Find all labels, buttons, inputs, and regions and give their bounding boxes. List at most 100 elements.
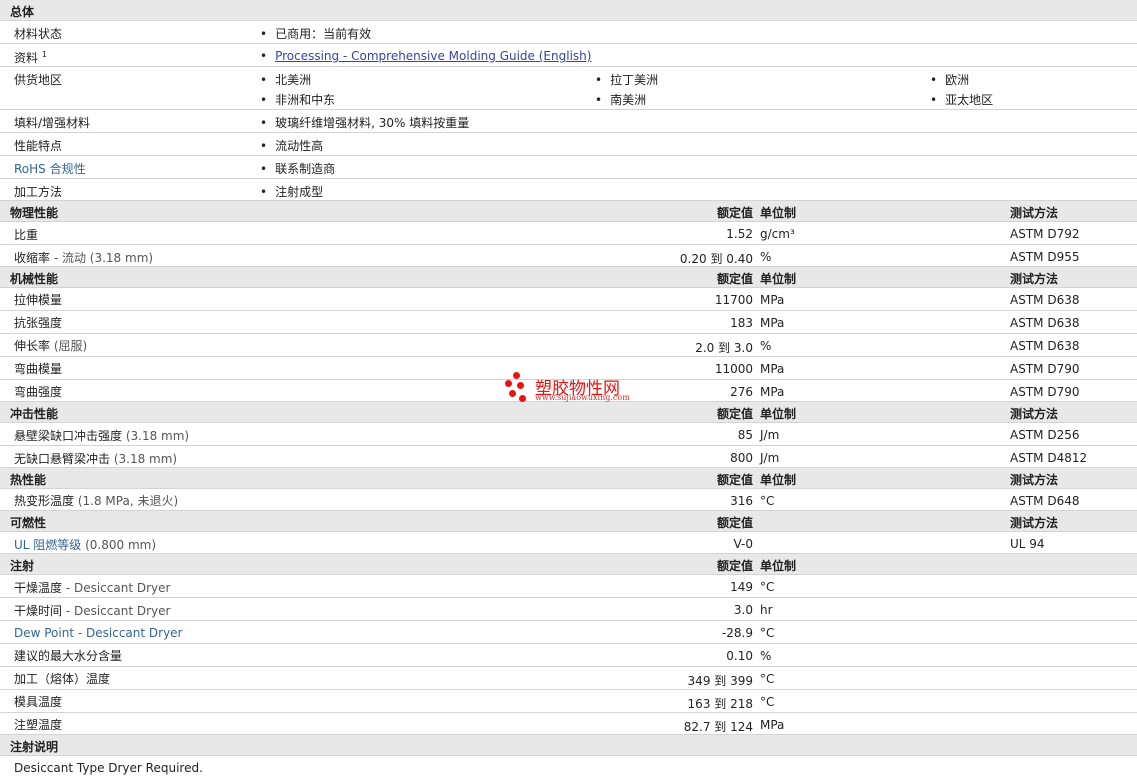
- test-method: ASTM D792: [1010, 227, 1080, 241]
- property-value: V-0: [733, 537, 753, 551]
- property-value: 276: [730, 385, 753, 399]
- property-label: 干燥时间 - Desiccant Dryer: [14, 604, 171, 618]
- property-label: 热变形温度 (1.8 MPa, 未退火): [14, 494, 179, 508]
- property-unit: hr: [760, 603, 773, 617]
- table-row: UL 阻燃等级 (0.800 mm) V-0 UL 94: [0, 532, 1137, 554]
- rated-header: 额定值: [716, 516, 753, 530]
- table-row: 建议的最大水分含量 0.10 %: [0, 644, 1137, 667]
- unit-header: 单位制: [760, 206, 797, 220]
- property-label: 伸长率 (屈服): [14, 339, 88, 353]
- property-unit: J/m: [760, 451, 780, 465]
- property-unit: °C: [760, 494, 775, 508]
- test-method: ASTM D638: [1010, 339, 1080, 353]
- property-unit: MPa: [760, 293, 785, 307]
- method-header: 测试方法: [1010, 473, 1059, 487]
- property-unit: MPa: [760, 718, 785, 732]
- property-value: 11000: [714, 362, 753, 376]
- test-method: UL 94: [1010, 537, 1045, 551]
- property-label: UL 阻燃等级 (0.800 mm): [14, 538, 157, 552]
- property-value: 316: [730, 494, 753, 508]
- property-label: 干燥温度 - Desiccant Dryer: [14, 581, 171, 595]
- table-row: 加工（熔体）温度 349 到 399 °C: [0, 667, 1137, 690]
- notes-row: Desiccant Type Dryer Required.: [0, 756, 1137, 776]
- property-unit: %: [760, 339, 772, 353]
- property-value: 3.0: [733, 603, 753, 617]
- property-label: 无缺口悬臂梁冲击 (3.18 mm): [14, 452, 178, 466]
- test-method: ASTM D790: [1010, 385, 1080, 399]
- watermark-logo: 塑胶物性网 www.sujiaowuxing.com: [505, 371, 635, 407]
- property-label: 加工（熔体）温度: [14, 672, 111, 686]
- rated-header: 额定值: [716, 272, 753, 286]
- method-header: 测试方法: [1010, 272, 1059, 286]
- property-unit: %: [760, 250, 772, 264]
- property-unit: MPa: [760, 316, 785, 330]
- property-label: 收缩率 - 流动 (3.18 mm): [14, 251, 154, 265]
- region-item: 亚太地区: [930, 91, 993, 108]
- property-unit: °C: [760, 695, 775, 709]
- property-value: 1.52: [726, 227, 753, 241]
- table-row: 拉伸模量 11700 MPa ASTM D638: [0, 288, 1137, 311]
- property-label: 抗张强度: [14, 316, 63, 330]
- rated-header: 额定值: [716, 206, 753, 220]
- table-row: 悬壁梁缺口冲击强度 (3.18 mm) 85 J/m ASTM D256: [0, 423, 1137, 446]
- property-label: 悬壁梁缺口冲击强度 (3.18 mm): [14, 429, 190, 443]
- rated-header: 额定值: [716, 559, 753, 573]
- row-supply-regions: 供货地区 北美洲 拉丁美洲 欧洲 非洲和中东 南美洲 亚太地区: [0, 67, 1137, 110]
- document-link[interactable]: Processing - Comprehensive Molding Guide…: [275, 49, 591, 63]
- property-label: 模具温度: [14, 695, 63, 709]
- row-documents: 资料 1 Processing - Comprehensive Molding …: [0, 44, 1137, 67]
- row-value: 玻璃纤维增强材料, 30% 填料按重量: [260, 114, 469, 131]
- unit-header: 单位制: [760, 473, 797, 487]
- section-title: 总体: [10, 5, 35, 19]
- test-method: ASTM D4812: [1010, 451, 1088, 465]
- property-value: -28.9: [721, 626, 753, 640]
- method-header: 测试方法: [1010, 206, 1059, 220]
- notes-text: Desiccant Type Dryer Required.: [14, 761, 203, 775]
- row-value: 注射成型: [260, 183, 323, 200]
- section-thermal-header: 热性能 额定值 单位制 测试方法: [0, 468, 1137, 489]
- test-method: ASTM D790: [1010, 362, 1080, 376]
- section-title: 冲击性能: [10, 407, 59, 421]
- property-label: 弯曲强度: [14, 385, 63, 399]
- row-value: 流动性高: [260, 137, 323, 154]
- table-row: 模具温度 163 到 218 °C: [0, 690, 1137, 713]
- table-row: 收缩率 - 流动 (3.18 mm) 0.20 到 0.40 % ASTM D9…: [0, 245, 1137, 267]
- row-process: 加工方法 注射成型: [0, 179, 1137, 201]
- section-physical-header: 物理性能 额定值 单位制 测试方法: [0, 201, 1137, 222]
- row-material-status: 材料状态 已商用：当前有效: [0, 21, 1137, 44]
- row-label: RoHS 合规性: [14, 162, 86, 176]
- section-general-header: 总体: [0, 0, 1137, 21]
- property-value: 149: [730, 580, 753, 594]
- property-value: 349 到 399: [687, 674, 753, 688]
- test-method: ASTM D638: [1010, 293, 1080, 307]
- row-label: 供货地区: [14, 73, 63, 87]
- property-unit: MPa: [760, 385, 785, 399]
- property-label: 拉伸模量: [14, 293, 63, 307]
- row-label: 资料 1: [14, 50, 47, 65]
- region-item: 拉丁美洲: [595, 71, 658, 88]
- test-method: ASTM D955: [1010, 250, 1080, 264]
- section-notes-header: 注射说明: [0, 735, 1137, 756]
- row-value: 联系制造商: [260, 160, 335, 177]
- property-label: 比重: [14, 228, 39, 242]
- property-label: 注塑温度: [14, 718, 63, 732]
- property-unit: °C: [760, 580, 775, 594]
- property-unit: °C: [760, 626, 775, 640]
- region-item: 南美洲: [595, 91, 646, 108]
- section-flammability-header: 可燃性 额定值 测试方法: [0, 511, 1137, 532]
- table-row: 伸长率 (屈服) 2.0 到 3.0 % ASTM D638: [0, 334, 1137, 357]
- property-value: 163 到 218: [687, 697, 753, 711]
- property-label: 建议的最大水分含量: [14, 649, 123, 663]
- property-label: Dew Point - Desiccant Dryer: [14, 626, 183, 640]
- property-unit: g/cm³: [760, 227, 795, 241]
- property-value: 2.0 到 3.0: [695, 341, 753, 355]
- section-title: 注射: [10, 559, 35, 573]
- region-item: 欧洲: [930, 71, 969, 88]
- row-label: 性能特点: [14, 139, 63, 153]
- region-item: 非洲和中东: [260, 91, 335, 108]
- rated-header: 额定值: [716, 407, 753, 421]
- test-method: ASTM D256: [1010, 428, 1080, 442]
- property-value: 0.10: [726, 649, 753, 663]
- property-value: 0.20 到 0.40: [679, 252, 753, 266]
- row-value: Processing - Comprehensive Molding Guide…: [260, 49, 591, 63]
